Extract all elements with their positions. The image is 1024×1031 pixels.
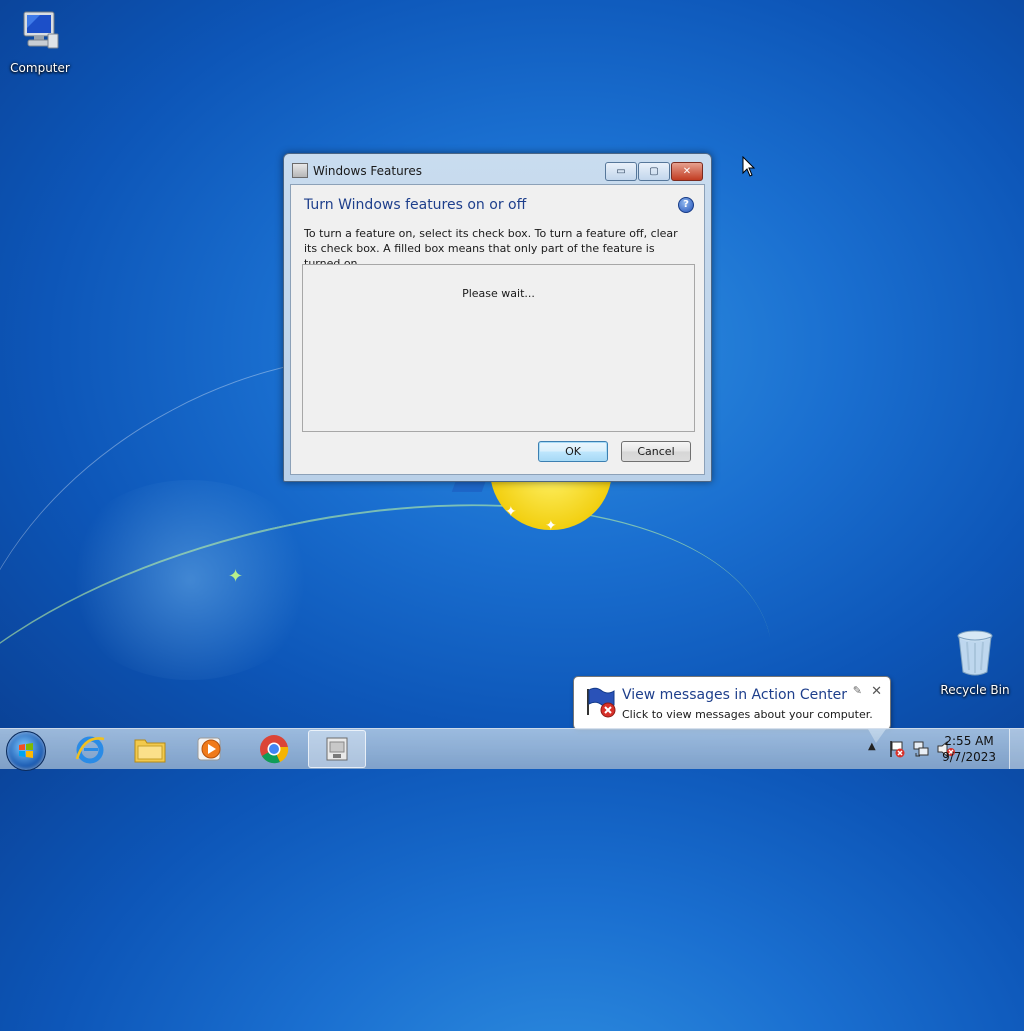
taskbar-file-explorer[interactable] — [122, 730, 178, 768]
maximize-icon: ▢ — [649, 166, 659, 177]
minimize-icon: ▭ — [616, 166, 626, 177]
dialog-body: Turn Windows features on or off ? To tur… — [290, 184, 705, 475]
network-icon[interactable] — [912, 740, 930, 758]
title-bar[interactable]: Windows Features ▭ ▢ ✕ — [284, 154, 711, 184]
start-button[interactable] — [6, 731, 46, 771]
cancel-button[interactable]: Cancel — [621, 441, 691, 462]
windows-features-icon — [292, 163, 308, 178]
show-hidden-icons-icon[interactable]: ▲ — [868, 741, 876, 752]
close-icon: ✕ — [682, 166, 692, 177]
action-center-flag-icon — [587, 687, 616, 718]
wallpaper-sparkle: ✦ — [505, 504, 517, 520]
mouse-cursor-icon — [742, 156, 756, 177]
dialog-heading: Turn Windows features on or off — [304, 197, 527, 213]
taskbar-media-player[interactable] — [182, 730, 238, 768]
taskbar-internet-explorer[interactable] — [62, 730, 118, 768]
taskbar-chrome[interactable] — [246, 730, 302, 768]
notification-close-icon[interactable]: ✕ — [871, 684, 882, 699]
chrome-icon — [260, 735, 289, 764]
taskbar: ▲ 2:55 AM 9/7/2023 — [0, 728, 1024, 771]
desktop-icon-label: Recycle Bin — [940, 683, 1010, 697]
windows-features-dialog: Windows Features ▭ ▢ ✕ Turn Windows feat… — [283, 153, 712, 482]
help-icon[interactable]: ? — [678, 197, 694, 213]
settings-wrench-icon[interactable]: ✎ — [853, 684, 862, 697]
maximize-button[interactable]: ▢ — [638, 162, 670, 181]
action-center-tray-icon[interactable] — [888, 739, 906, 759]
minimize-button[interactable]: ▭ — [605, 162, 637, 181]
caption-buttons: ▭ ▢ ✕ — [604, 162, 703, 181]
internet-explorer-icon — [75, 736, 105, 764]
close-button[interactable]: ✕ — [671, 162, 703, 181]
dialog-title: Windows Features — [313, 164, 422, 178]
desktop-icon-computer[interactable]: Computer — [0, 8, 80, 75]
wallpaper-sparkle: ✦ — [545, 518, 557, 534]
media-player-icon — [197, 737, 221, 761]
clock-date: 9/7/2023 — [942, 750, 996, 764]
action-center-notification[interactable]: View messages in Action Center Click to … — [573, 676, 891, 743]
windows-logo-icon — [19, 743, 33, 758]
clock-time: 2:55 AM — [944, 734, 994, 748]
loading-status: Please wait... — [462, 287, 535, 300]
desktop-icon-label: Computer — [10, 61, 70, 75]
notification-title: View messages in Action Center — [622, 687, 847, 703]
features-list[interactable]: Please wait... — [302, 264, 695, 432]
file-explorer-icon — [134, 739, 166, 763]
recycle-bin-icon — [935, 628, 1015, 681]
ok-button[interactable]: OK — [538, 441, 608, 462]
taskbar-windows-features[interactable] — [308, 730, 366, 768]
notification-area: ▲ 2:55 AM 9/7/2023 — [824, 729, 1024, 769]
notification-text: Click to view messages about your comput… — [622, 708, 873, 721]
show-desktop-button[interactable] — [1009, 729, 1024, 769]
computer-icon — [0, 8, 80, 59]
wallpaper-sparkle: ✦ — [228, 566, 244, 587]
windows-features-icon — [326, 737, 348, 761]
clock[interactable]: 2:55 AM 9/7/2023 — [942, 733, 996, 765]
desktop-icon-recycle-bin[interactable]: Recycle Bin — [935, 628, 1015, 697]
